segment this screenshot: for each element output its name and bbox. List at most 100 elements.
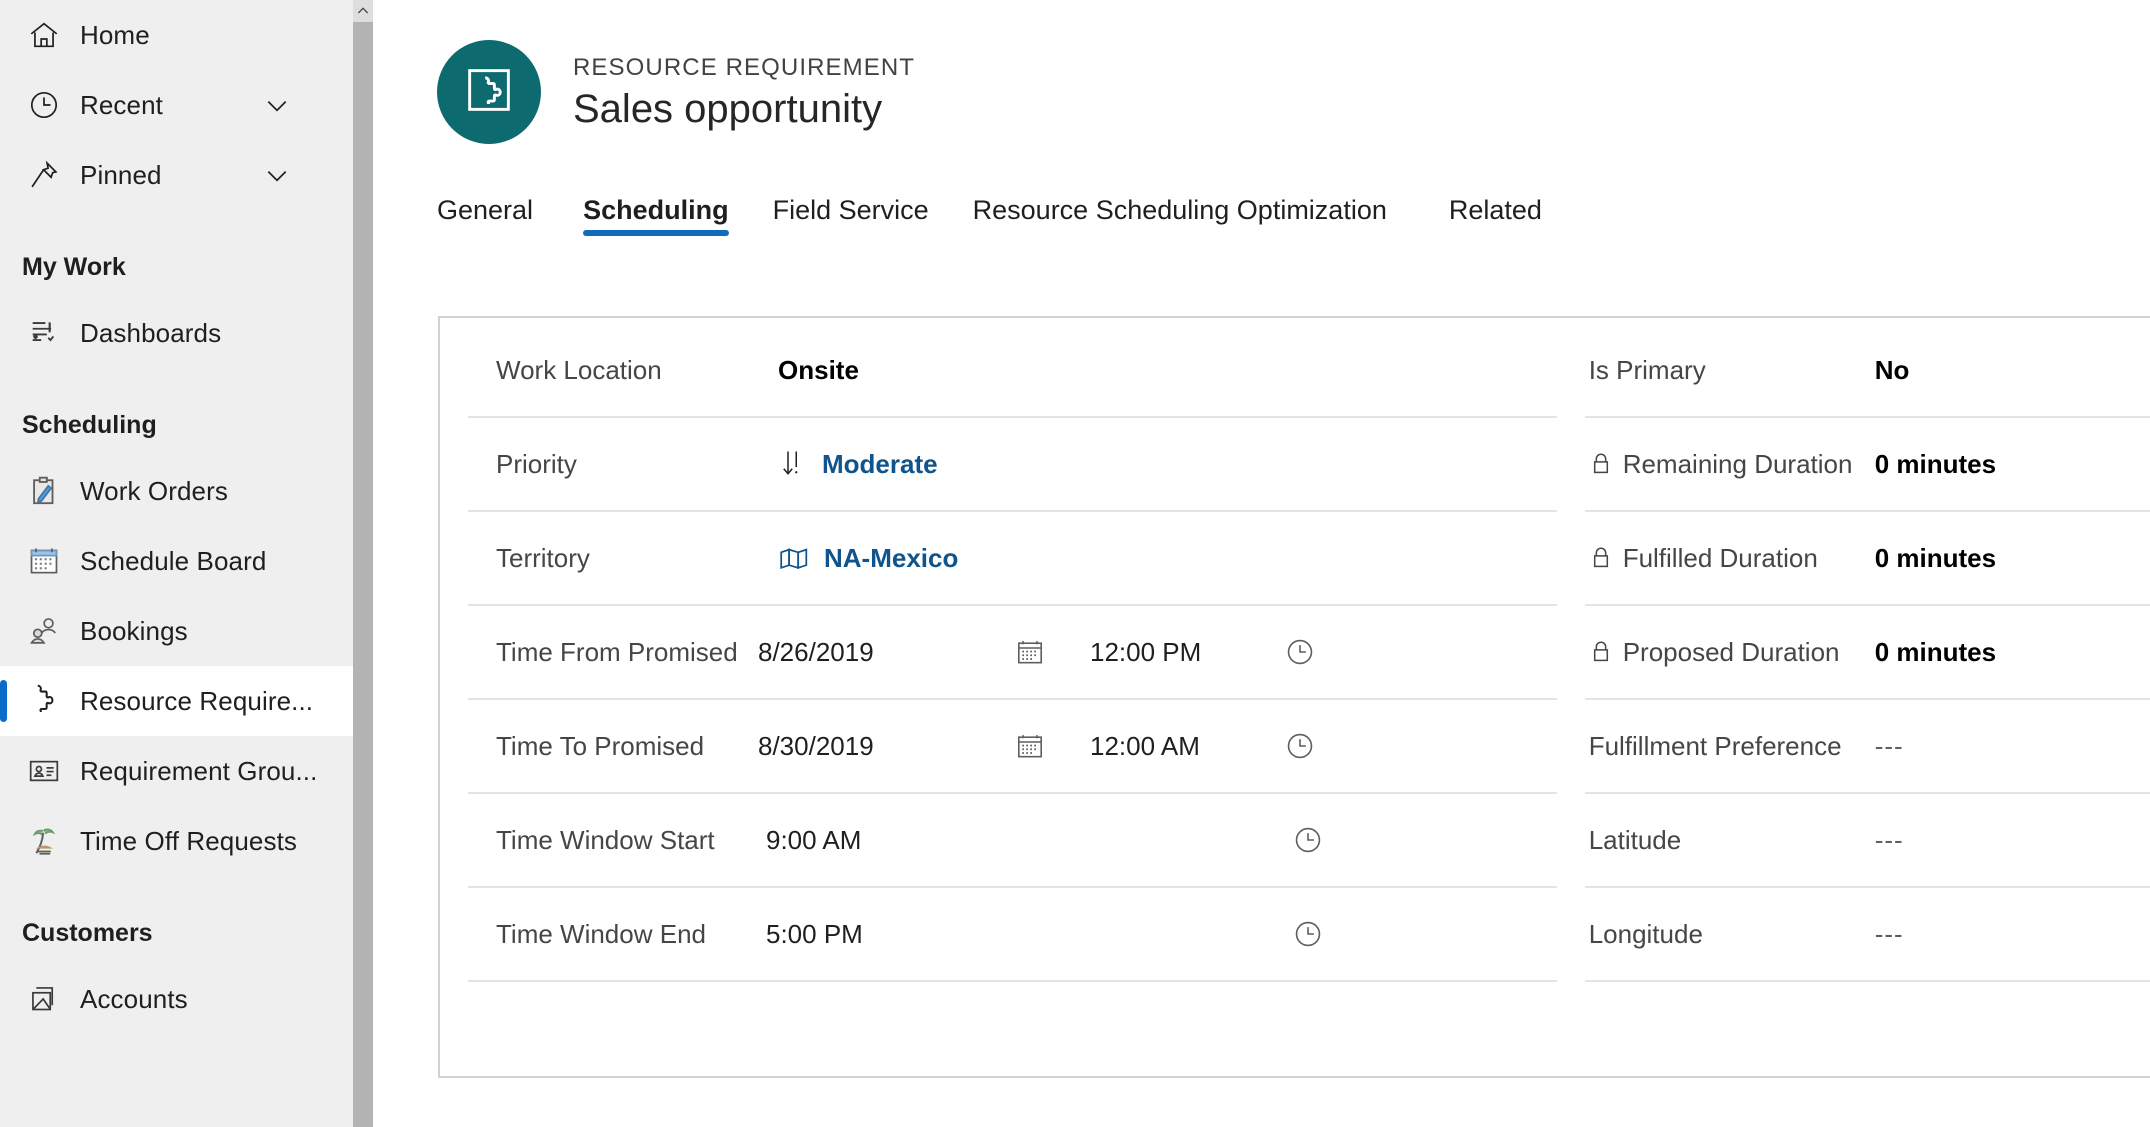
- field-value-text: NA-Mexico: [824, 542, 959, 573]
- field-value-time-from-promised-time[interactable]: 12:00 PM: [1090, 637, 1280, 668]
- field-label: Longitude: [1588, 918, 1703, 949]
- clock-icon: [22, 88, 66, 122]
- field-label: Work Location: [496, 354, 662, 385]
- tab-general[interactable]: General: [437, 195, 555, 236]
- sidebar-item-requirement-groups[interactable]: Requirement Grou...: [0, 736, 373, 806]
- field-value-time-to-promised-time[interactable]: 12:00 AM: [1090, 731, 1280, 762]
- lock-icon: [1589, 638, 1613, 666]
- sidebar-item-bookings[interactable]: Bookings: [0, 596, 373, 666]
- calendar-icon[interactable]: [1010, 636, 1050, 668]
- field-label-locked: Fulfilled Duration: [1585, 543, 1875, 574]
- contact-card-icon: [22, 754, 66, 788]
- sidebar-group-title-my-work: My Work: [22, 252, 126, 281]
- sidebar-item-label: Resource Require...: [80, 685, 314, 716]
- app-window: Home Recent Pinned My Work Dashboards Sc…: [0, 0, 2150, 1127]
- field-value-is-primary[interactable]: No: [1875, 355, 1910, 386]
- field-row-time-window-start: Time Window Start 9:00 AM: [468, 794, 1557, 888]
- form-column-left: Work Location Onsite Priority Moderate T…: [440, 318, 1557, 1076]
- palm-tree-icon: [22, 824, 66, 858]
- sidebar-item-label: Time Off Requests: [80, 825, 297, 856]
- sidebar-item-home[interactable]: Home: [0, 0, 373, 70]
- field-row-is-primary: Is Primary No: [1584, 324, 2150, 418]
- form-column-right-filler: [1585, 982, 2150, 1076]
- calendar-icon[interactable]: [1010, 730, 1050, 762]
- pin-icon: [22, 158, 66, 192]
- tab-resource-scheduling-optimization[interactable]: Resource Scheduling Optimization: [951, 195, 1409, 236]
- dashboard-icon: [22, 316, 66, 350]
- field-label-text: Remaining Duration: [1622, 448, 1853, 479]
- sidebar-item-label: Recent: [80, 89, 163, 120]
- chevron-down-icon[interactable]: [261, 159, 293, 191]
- map-icon: [778, 543, 810, 573]
- calendar-board-icon: [22, 544, 66, 578]
- record-header: RESOURCE REQUIREMENT Sales opportunity: [373, 0, 2150, 150]
- field-row-time-from-promised: Time From Promised 8/26/2019 12:00 PM: [468, 606, 1557, 700]
- form-card: Work Location Onsite Priority Moderate T…: [438, 316, 2150, 1078]
- sidebar-item-label: Work Orders: [80, 475, 228, 506]
- sidebar-item-accounts[interactable]: Accounts: [0, 964, 373, 1034]
- field-value-time-window-end[interactable]: 5:00 PM: [758, 919, 1288, 950]
- puzzle-piece-icon: [462, 63, 516, 122]
- clock-icon[interactable]: [1288, 918, 1328, 950]
- sidebar-item-time-off-requests[interactable]: Time Off Requests: [0, 806, 373, 876]
- sidebar-scrollbar-thumb[interactable]: [353, 22, 373, 1127]
- field-row-priority: Priority Moderate: [468, 418, 1557, 512]
- puzzle-piece-icon: [22, 683, 66, 719]
- sidebar-item-dashboards[interactable]: Dashboards: [0, 298, 373, 368]
- field-label: Time To Promised: [496, 730, 705, 761]
- field-value-fulfilled-duration: 0 minutes: [1874, 542, 1997, 573]
- field-value-priority[interactable]: Moderate: [758, 447, 938, 481]
- field-label-locked: Remaining Duration: [1585, 449, 1875, 480]
- sidebar-scrollbar[interactable]: [353, 0, 373, 1127]
- chevron-up-icon[interactable]: [353, 0, 373, 22]
- field-row-proposed-duration: Proposed Duration 0 minutes: [1584, 606, 2150, 700]
- sidebar-item-label: Dashboards: [80, 317, 222, 348]
- field-row-territory: Territory NA-Mexico: [468, 512, 1557, 606]
- sidebar-item-pinned[interactable]: Pinned: [0, 140, 373, 210]
- field-label: Time From Promised: [496, 636, 738, 667]
- sidebar-item-label: Requirement Grou...: [80, 755, 318, 786]
- people-icon: [22, 614, 66, 648]
- field-label: Territory: [496, 542, 590, 573]
- field-row-time-window-end: Time Window End 5:00 PM: [468, 888, 1557, 982]
- tab-related[interactable]: Related: [1427, 195, 1564, 236]
- clock-icon[interactable]: [1280, 636, 1320, 668]
- tab-field-service[interactable]: Field Service: [751, 195, 951, 236]
- field-value-longitude[interactable]: ---: [1875, 919, 1904, 950]
- field-label: Priority: [496, 448, 577, 479]
- field-value-fulfillment-preference[interactable]: ---: [1875, 731, 1904, 762]
- sidebar-item-resource-requirements[interactable]: Resource Require...: [0, 666, 373, 736]
- form-column-right: Is Primary No Remaining Duration 0 minut…: [1557, 318, 2150, 1076]
- lock-icon: [1589, 544, 1613, 572]
- chevron-down-icon[interactable]: [261, 89, 293, 121]
- clipboard-pencil-icon: [22, 474, 66, 508]
- field-value-time-to-promised-date[interactable]: 8/30/2019: [758, 731, 1010, 762]
- sidebar-item-schedule-board[interactable]: Schedule Board: [0, 526, 373, 596]
- field-value-latitude[interactable]: ---: [1875, 825, 1904, 856]
- page-title: Sales opportunity: [573, 87, 883, 131]
- field-value-work-location[interactable]: Onsite: [758, 355, 859, 386]
- lock-icon: [1589, 450, 1613, 478]
- field-label: Time Window End: [496, 918, 706, 949]
- sidebar-group-title-scheduling: Scheduling: [22, 410, 157, 439]
- clock-icon[interactable]: [1288, 824, 1328, 856]
- clock-icon[interactable]: [1280, 730, 1320, 762]
- field-value-time-from-promised-date[interactable]: 8/26/2019: [758, 637, 1010, 668]
- field-label: Time Window Start: [496, 824, 715, 855]
- field-row-longitude: Longitude ---: [1584, 888, 2150, 982]
- sitemap-sidebar: Home Recent Pinned My Work Dashboards Sc…: [0, 0, 373, 1127]
- sidebar-item-work-orders[interactable]: Work Orders: [0, 456, 373, 526]
- tab-scheduling[interactable]: Scheduling: [561, 195, 751, 236]
- sidebar-item-recent[interactable]: Recent: [0, 70, 373, 140]
- form-column-left-filler: [468, 982, 1557, 1076]
- field-value-time-window-start[interactable]: 9:00 AM: [758, 825, 1288, 856]
- field-value-text: Moderate: [822, 448, 938, 479]
- sidebar-group-title-customers: Customers: [22, 918, 153, 947]
- sidebar-scroll-area: Home Recent Pinned My Work Dashboards Sc…: [0, 0, 373, 1127]
- field-row-time-to-promised: Time To Promised 8/30/2019 12:00 AM: [468, 700, 1557, 794]
- sidebar-item-label: Schedule Board: [80, 545, 267, 576]
- home-icon: [22, 18, 66, 52]
- field-value-territory[interactable]: NA-Mexico: [758, 543, 958, 574]
